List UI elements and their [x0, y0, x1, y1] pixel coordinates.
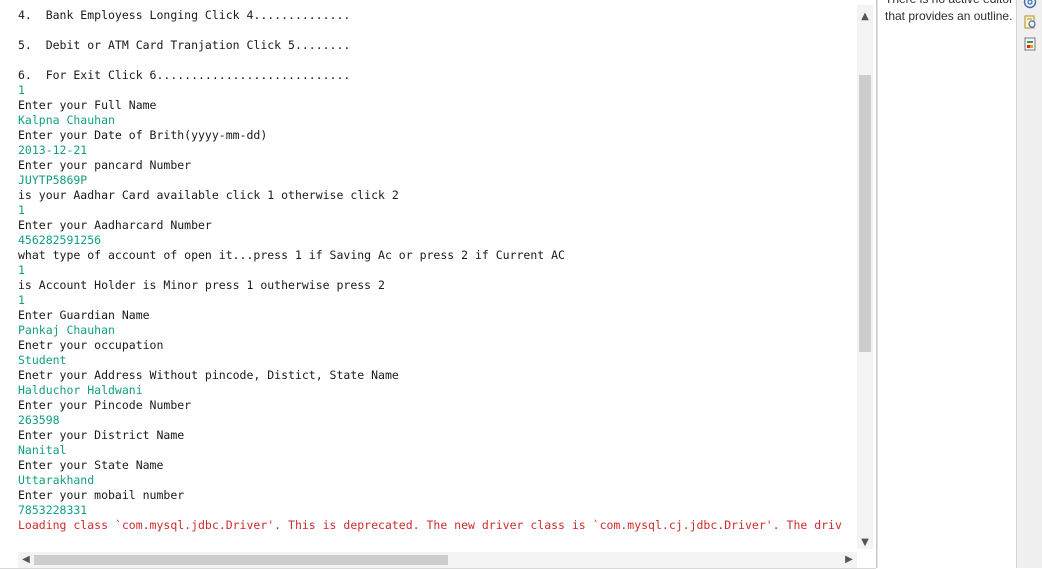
console-line: JUYTP5869P — [18, 173, 88, 187]
console-line: Loading class `com.mysql.jdbc.Driver'. T… — [18, 518, 842, 532]
console-output[interactable]: 3. Online Payment Click 3...............… — [18, 0, 856, 533]
console-line: 1 — [18, 83, 25, 97]
at-sign-icon[interactable] — [1023, 0, 1037, 9]
console-line: Enter your District Name — [18, 428, 185, 442]
console-line: Pankaj Chauhan — [18, 323, 115, 337]
console-line: Enter your Pincode Number — [18, 398, 192, 412]
outline-empty-message: There is no active editor that provides … — [885, 0, 1017, 25]
scroll-right-icon[interactable]: ▶ — [841, 552, 857, 568]
scroll-down-icon[interactable]: ▼ — [857, 535, 873, 551]
vertical-scrollbar[interactable]: ▲ ▼ — [857, 5, 873, 549]
javadoc-icon[interactable] — [1023, 14, 1037, 29]
console-line: Enter your mobail number — [18, 488, 185, 502]
console-line: Uttarakhand — [18, 473, 95, 487]
console-line: Enter your pancard Number — [18, 158, 192, 172]
console-gutter — [0, 0, 18, 568]
console-line: 2013-12-21 — [18, 143, 88, 157]
console-line: Nanital — [18, 443, 67, 457]
console-line: 1 — [18, 263, 25, 277]
horizontal-scrollbar[interactable]: ◀ ▶ — [18, 552, 857, 568]
console-line: 1 — [18, 293, 25, 307]
console-line: Halduchor Haldwani — [18, 383, 143, 397]
outline-view: There is no active editor that provides … — [877, 0, 1017, 568]
outline-message-line-2: that provides an outline. — [885, 9, 1013, 23]
scroll-left-icon[interactable]: ◀ — [18, 552, 34, 568]
console-view[interactable]: 3. Online Payment Click 3...............… — [0, 0, 876, 569]
console-line: is your Aadhar Card available click 1 ot… — [18, 188, 399, 202]
console-line: Enter your Date of Brith(yyyy-mm-dd) — [18, 128, 268, 142]
console-line: Enetr your Address Without pincode, Dist… — [18, 368, 399, 382]
horizontal-scroll-thumb[interactable] — [34, 555, 448, 565]
console-line: 7853228331 — [18, 503, 88, 517]
console-line: 263598 — [18, 413, 60, 427]
console-line: Enetr your occupation — [18, 338, 164, 352]
console-line: Enter your State Name — [18, 458, 164, 472]
vertical-scroll-thumb[interactable] — [859, 75, 871, 352]
console-line: Enter Guardian Name — [18, 308, 150, 322]
console-line: Student — [18, 353, 67, 367]
console-line: Enter your Full Name — [18, 98, 157, 112]
declaration-icon[interactable] — [1023, 36, 1037, 51]
console-line: 456282591256 — [18, 233, 102, 247]
console-line: 4. Bank Employess Longing Click 4.......… — [18, 8, 351, 22]
console-line: 1 — [18, 203, 25, 217]
side-toolbar — [1016, 0, 1042, 568]
console-line: Enter your Aadharcard Number — [18, 218, 212, 232]
outline-message-line-1: There is no active editor — [885, 0, 1017, 8]
scroll-up-icon[interactable]: ▲ — [857, 9, 873, 25]
console-line: 5. Debit or ATM Card Tranjation Click 5.… — [18, 38, 351, 52]
console-line: 6. For Exit Click 6.....................… — [18, 68, 351, 82]
console-line: is Account Holder is Minor press 1 outhe… — [18, 278, 385, 292]
console-line: Kalpna Chauhan — [18, 113, 115, 127]
console-line: what type of account of open it...press … — [18, 248, 565, 262]
